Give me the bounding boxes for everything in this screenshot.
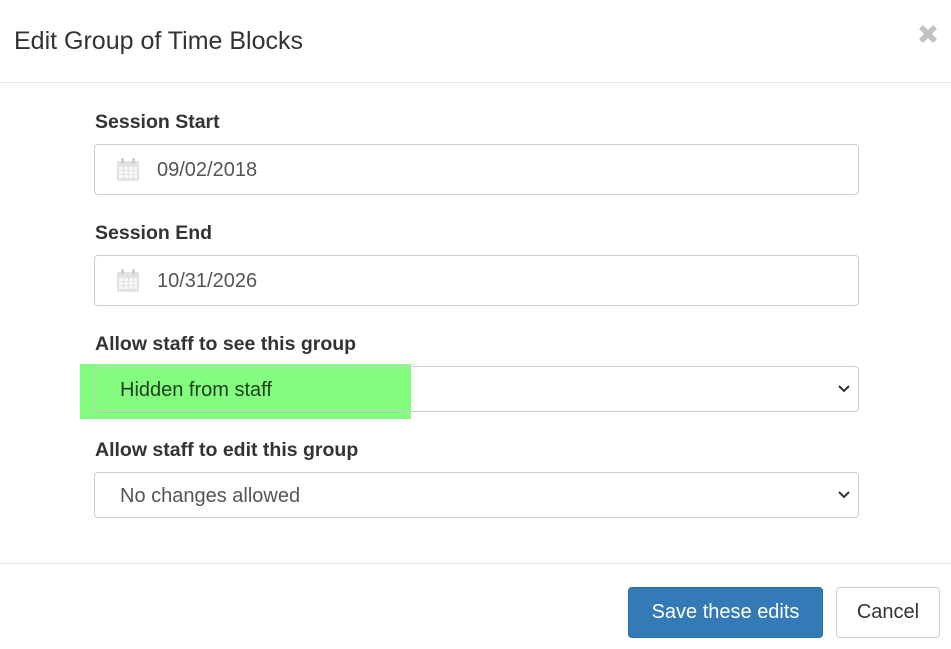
close-icon: [919, 25, 937, 43]
close-button[interactable]: [914, 20, 942, 48]
staff-visibility-label: Allow staff to see this group: [95, 333, 357, 355]
save-button[interactable]: Save these edits: [628, 587, 823, 638]
staff-edit-selected: No changes allowed: [120, 485, 301, 507]
dialog-header: Edit Group of Time Blocks: [0, 0, 951, 83]
dialog-title: Edit Group of Time Blocks: [14, 27, 304, 55]
chevron-down-icon: [838, 385, 850, 393]
session-start-value: 09/02/2018: [157, 159, 258, 181]
session-end-input[interactable]: 10/31/2026: [94, 255, 859, 306]
staff-visibility-selected: Hidden from staff: [120, 379, 272, 401]
cancel-button[interactable]: Cancel: [836, 587, 940, 638]
session-start-label: Session Start: [95, 111, 220, 133]
session-end-value: 10/31/2026: [157, 270, 258, 292]
staff-edit-select[interactable]: No changes allowed: [94, 472, 859, 518]
chevron-down-icon: [838, 491, 850, 499]
session-end-label: Session End: [95, 222, 213, 244]
staff-visibility-select[interactable]: Hidden from staff: [94, 366, 859, 412]
calendar-icon: [117, 158, 139, 181]
session-start-input[interactable]: 09/02/2018: [94, 144, 859, 195]
staff-edit-label: Allow staff to edit this group: [95, 439, 359, 461]
calendar-icon: [117, 269, 139, 292]
